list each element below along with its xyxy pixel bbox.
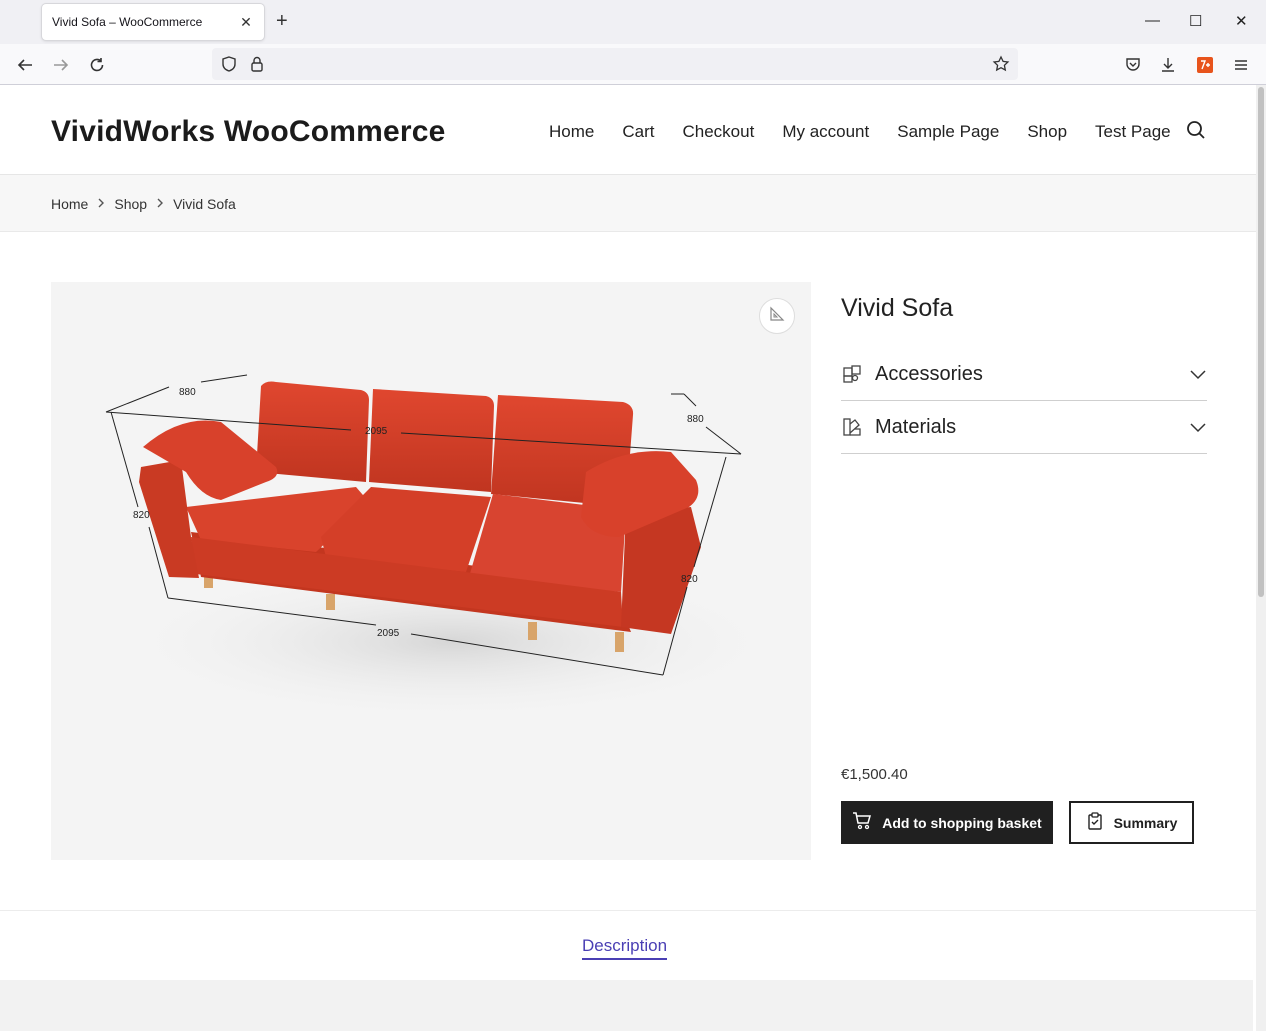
minimize-icon[interactable]: — bbox=[1145, 12, 1160, 29]
maximize-icon[interactable]: ☐ bbox=[1189, 12, 1202, 30]
dimensions-toggle-button[interactable] bbox=[759, 298, 795, 334]
window-close-icon[interactable]: ✕ bbox=[1235, 12, 1248, 30]
dim-depth-right: 880 bbox=[687, 414, 704, 425]
product-price: €1,500.40 bbox=[841, 766, 908, 783]
back-cushion bbox=[369, 389, 494, 492]
site-title[interactable]: VividWorks WooCommerce bbox=[51, 115, 446, 149]
dim-depth-left: 880 bbox=[179, 387, 196, 398]
ruler-icon bbox=[769, 306, 785, 327]
chevron-right-icon bbox=[96, 197, 106, 211]
menu-item-my-account[interactable]: My account bbox=[782, 122, 869, 142]
tab-close-icon[interactable]: ✕ bbox=[238, 14, 254, 31]
menu-hamburger-icon[interactable] bbox=[1230, 54, 1252, 76]
summary-label: Summary bbox=[1113, 814, 1178, 831]
dim-width-top: 2095 bbox=[365, 426, 388, 437]
web-page: VividWorks WooCommerce Home Cart Checkou… bbox=[0, 85, 1256, 1031]
bookmark-star-icon[interactable] bbox=[992, 55, 1010, 78]
dim-width-bottom: 2095 bbox=[377, 628, 400, 639]
sofa-render[interactable]: 880 880 2095 2095 820 820 bbox=[51, 282, 811, 860]
sofa-leg bbox=[615, 632, 624, 652]
accordion-materials[interactable]: Materials bbox=[841, 401, 1207, 454]
product-3d-viewer[interactable]: 880 880 2095 2095 820 820 bbox=[51, 282, 811, 860]
back-icon[interactable] bbox=[14, 54, 36, 76]
breadcrumb-home[interactable]: Home bbox=[51, 196, 88, 212]
browser-nav-bar bbox=[0, 44, 1266, 85]
dim-height-right: 820 bbox=[681, 574, 698, 585]
menu-item-sample-page[interactable]: Sample Page bbox=[897, 122, 999, 142]
shield-icon[interactable] bbox=[220, 55, 238, 78]
chevron-down-icon[interactable] bbox=[1189, 418, 1207, 436]
forward-icon[interactable] bbox=[50, 54, 72, 76]
chevron-down-icon[interactable] bbox=[1189, 365, 1207, 383]
chevron-right-icon bbox=[155, 197, 165, 211]
swatch-icon bbox=[841, 416, 863, 438]
product-title: Vivid Sofa bbox=[841, 294, 954, 322]
breadcrumb-shop[interactable]: Shop bbox=[114, 196, 147, 212]
tab-title: Vivid Sofa – WooCommerce bbox=[52, 15, 203, 29]
sofa-leg bbox=[326, 594, 335, 610]
menu-item-checkout[interactable]: Checkout bbox=[682, 122, 754, 142]
add-to-basket-button[interactable]: Add to shopping basket bbox=[841, 801, 1053, 844]
reload-icon[interactable] bbox=[86, 54, 108, 76]
menu-item-shop[interactable]: Shop bbox=[1027, 122, 1067, 142]
add-to-basket-label: Add to shopping basket bbox=[882, 814, 1042, 831]
tab-description[interactable]: Description bbox=[582, 936, 668, 960]
puzzle-icon bbox=[841, 363, 863, 385]
main-menu: Home Cart Checkout My account Sample Pag… bbox=[549, 122, 1171, 142]
download-icon[interactable] bbox=[1157, 54, 1179, 76]
url-bar[interactable] bbox=[212, 48, 1018, 80]
site-header: VividWorks WooCommerce Home Cart Checkou… bbox=[0, 85, 1256, 175]
breadcrumb-current: Vivid Sofa bbox=[173, 196, 236, 212]
new-tab-icon[interactable]: + bbox=[276, 11, 288, 31]
tabs-divider bbox=[0, 910, 1256, 911]
menu-item-test-page[interactable]: Test Page bbox=[1095, 122, 1171, 142]
breadcrumb-bar: Home Shop Vivid Sofa bbox=[0, 175, 1256, 232]
accordion-label: Materials bbox=[875, 415, 957, 438]
pocket-icon[interactable] bbox=[1122, 54, 1144, 76]
extension-icon[interactable] bbox=[1194, 54, 1216, 76]
accordion-label: Accessories bbox=[875, 362, 983, 385]
clipboard-check-icon bbox=[1086, 812, 1104, 833]
description-panel bbox=[0, 980, 1253, 1031]
search-icon[interactable] bbox=[1186, 120, 1206, 145]
browser-tab[interactable]: Vivid Sofa – WooCommerce ✕ bbox=[42, 4, 264, 40]
cart-icon bbox=[852, 811, 872, 834]
breadcrumb: Home Shop Vivid Sofa bbox=[51, 196, 236, 212]
menu-item-cart[interactable]: Cart bbox=[622, 122, 654, 142]
summary-button[interactable]: Summary bbox=[1069, 801, 1194, 844]
menu-item-home[interactable]: Home bbox=[549, 122, 594, 142]
scrollbar-thumb[interactable] bbox=[1258, 87, 1264, 597]
sofa-leg bbox=[528, 622, 537, 640]
dim-height-left: 820 bbox=[133, 510, 150, 521]
lock-icon[interactable] bbox=[248, 55, 266, 78]
accordion-accessories[interactable]: Accessories bbox=[841, 348, 1207, 401]
browser-tab-bar: Vivid Sofa – WooCommerce ✕ + — ☐ ✕ bbox=[0, 0, 1266, 44]
